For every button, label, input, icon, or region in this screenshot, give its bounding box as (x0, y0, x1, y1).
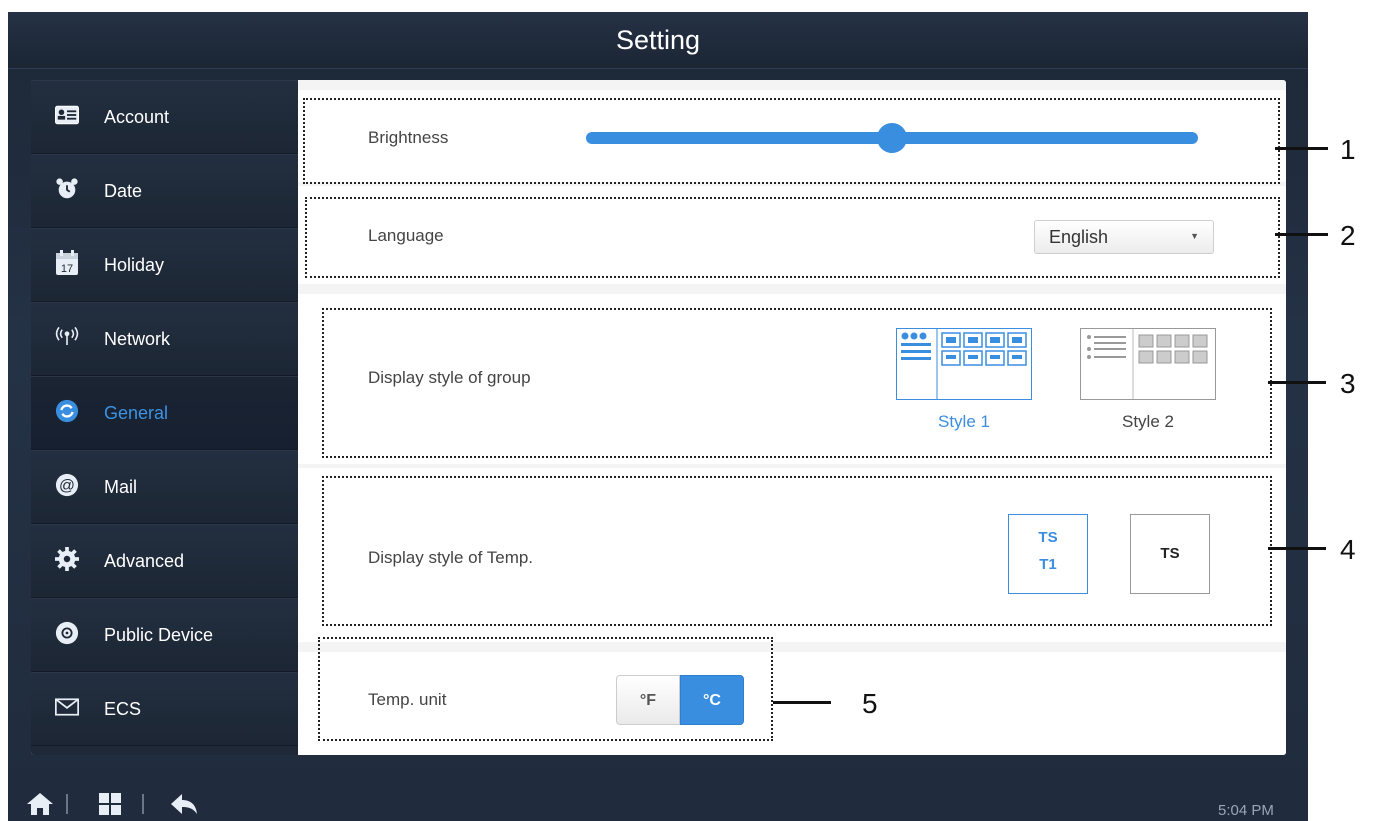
sidebar-item-holiday[interactable]: 17 Holiday (31, 228, 298, 302)
device-frame: Setting Account Date 17 Holiday Network … (8, 12, 1308, 821)
sidebar-item-public-device[interactable]: Public Device (31, 598, 298, 672)
temp-unit-toggle: °F °C (616, 675, 746, 725)
group-style-2-option[interactable] (1080, 328, 1216, 400)
sidebar-item-ecs[interactable]: ECS (31, 672, 298, 746)
language-selected-value: English (1049, 227, 1109, 247)
style-2-preview-icon (1087, 329, 1208, 399)
public-device-icon (55, 621, 79, 645)
sidebar-item-label: Account (104, 107, 170, 127)
callout-number-2: 2 (1340, 220, 1356, 251)
settings-panel: Account Date 17 Holiday Network General … (31, 80, 1286, 755)
calendar-icon: 17 (55, 250, 79, 275)
group-style-2-label: Style 2 (1122, 412, 1174, 431)
callout-line-1 (1275, 147, 1328, 150)
group-style-row: Display style of group Style 1 Style 2 (298, 294, 1286, 464)
sidebar-item-label: Date (104, 181, 143, 201)
callout-line-4 (1268, 547, 1326, 550)
callout-number-1: 1 (1340, 134, 1356, 165)
sidebar-item-label: Public Device (104, 625, 214, 645)
sidebar-item-network[interactable]: Network (31, 302, 298, 376)
settings-content: Brightness Language English ▼ Display st… (298, 80, 1286, 755)
sidebar-item-label: Network (104, 329, 171, 349)
envelope-icon (55, 695, 79, 719)
footer-divider (66, 794, 68, 814)
sidebar-item-date[interactable]: Date (31, 154, 298, 228)
group-style-1-label: Style 1 (938, 412, 990, 431)
alarm-clock-icon (55, 177, 79, 201)
sidebar-item-label: ECS (104, 699, 142, 719)
temp-style-line-1: TS (1160, 545, 1180, 562)
temp-style-row: Display style of Temp. TS T1 TS (298, 468, 1286, 642)
temp-style-line-1: TS (1038, 529, 1058, 546)
sidebar-item-label: General (104, 403, 169, 423)
at-sign-icon: @ (55, 473, 79, 497)
language-label: Language (368, 226, 444, 245)
temp-style-ts-t1-option[interactable]: TS T1 (1008, 514, 1088, 594)
sidebar-item-label: Holiday (104, 255, 165, 275)
temp-style-line-2: T1 (1039, 556, 1057, 573)
group-style-label: Display style of group (368, 368, 531, 387)
language-select[interactable]: English ▼ (1034, 220, 1214, 254)
status-time: 5:04 PM (1218, 802, 1274, 819)
antenna-icon (55, 325, 79, 349)
celsius-button[interactable]: °C (680, 675, 744, 725)
sidebar-item-general[interactable]: General (31, 376, 298, 450)
temp-style-ts-option[interactable]: TS (1130, 514, 1210, 594)
fahrenheit-button[interactable]: °F (616, 675, 680, 725)
callout-line-5 (773, 701, 831, 704)
home-icon[interactable] (26, 792, 54, 821)
brightness-row: Brightness (298, 90, 1286, 182)
svg-text:@: @ (59, 478, 75, 495)
sidebar-item-advanced[interactable]: Advanced (31, 524, 298, 598)
grid-menu-icon[interactable] (98, 792, 122, 821)
callout-number-4: 4 (1340, 534, 1356, 565)
page-title: Setting (8, 12, 1308, 69)
callout-number-3: 3 (1340, 368, 1356, 399)
sidebar-item-account[interactable]: Account (31, 80, 298, 154)
account-card-icon (55, 103, 79, 127)
back-arrow-icon[interactable] (170, 792, 198, 821)
temp-unit-label: Temp. unit (368, 690, 447, 709)
brightness-slider-thumb[interactable] (877, 123, 907, 153)
callout-line-3 (1268, 381, 1326, 384)
calendar-day-text: 17 (61, 263, 73, 275)
group-style-1-option[interactable] (896, 328, 1032, 400)
sidebar: Account Date 17 Holiday Network General … (31, 80, 298, 755)
sidebar-item-label: Mail (104, 477, 138, 497)
sidebar-item-mail[interactable]: @ Mail (31, 450, 298, 524)
gear-icon (55, 547, 79, 571)
brightness-label: Brightness (368, 128, 449, 147)
callout-line-2 (1275, 233, 1328, 236)
callout-number-5: 5 (862, 688, 878, 719)
temp-style-label: Display style of Temp. (368, 548, 534, 567)
footer-divider (142, 794, 144, 814)
chevron-down-icon: ▼ (1190, 231, 1199, 241)
sidebar-item-label: Advanced (104, 551, 185, 571)
style-1-preview-icon (901, 329, 1027, 399)
language-row: Language English ▼ (298, 186, 1286, 284)
general-sync-icon (55, 399, 79, 423)
